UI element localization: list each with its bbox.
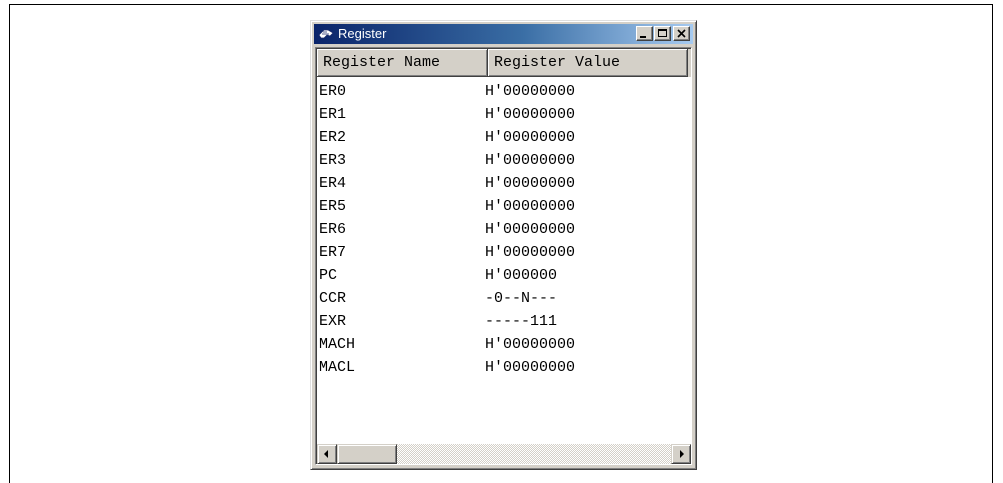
register-name: PC <box>319 267 338 284</box>
register-value[interactable]: H'00000000 <box>485 195 575 218</box>
table-row[interactable]: ER5 H'00000000 <box>317 195 691 218</box>
table-row[interactable]: MACH H'00000000 <box>317 333 691 356</box>
table-row[interactable]: ER0 H'00000000 <box>317 80 691 103</box>
table-row[interactable]: EXR -----111 <box>317 310 691 333</box>
title-bar[interactable]: Register <box>314 24 693 44</box>
maximize-button[interactable] <box>654 26 671 41</box>
register-app-icon <box>318 27 334 41</box>
register-value[interactable]: H'00000000 <box>485 80 575 103</box>
register-name: EXR <box>319 313 347 330</box>
register-name: MACL <box>319 359 356 376</box>
register-value[interactable]: H'00000000 <box>485 103 575 126</box>
register-name: CCR <box>319 290 347 307</box>
register-name: ER2 <box>319 129 347 146</box>
table-row[interactable]: ER3 H'00000000 <box>317 149 691 172</box>
register-value[interactable]: H'00000000 <box>485 241 575 264</box>
horizontal-scrollbar[interactable] <box>317 444 691 464</box>
register-name: ER3 <box>319 152 347 169</box>
table-row[interactable]: ER1 H'00000000 <box>317 103 691 126</box>
table-row[interactable]: ER2 H'00000000 <box>317 126 691 149</box>
register-value[interactable]: H'00000000 <box>485 149 575 172</box>
table-row[interactable]: ER6 H'00000000 <box>317 218 691 241</box>
scroll-right-button[interactable] <box>671 444 691 464</box>
scroll-left-button[interactable] <box>317 444 337 464</box>
column-header-register-name[interactable]: Register Name <box>317 49 488 77</box>
minimize-button[interactable] <box>636 26 653 41</box>
window-title: Register <box>338 26 387 41</box>
list-header: Register Name Register Value <box>317 49 691 77</box>
register-list-view: Register Name Register Value ER0 H'00000… <box>315 47 692 465</box>
register-rows: ER0 H'00000000 ER1 H'00000000 ER2 H'0000… <box>317 80 691 379</box>
table-row[interactable]: ER7 H'00000000 <box>317 241 691 264</box>
register-name: ER7 <box>319 244 347 261</box>
table-row[interactable]: ER4 H'00000000 <box>317 172 691 195</box>
table-row[interactable]: CCR -0--N--- <box>317 287 691 310</box>
table-row[interactable]: MACL H'00000000 <box>317 356 691 379</box>
register-value[interactable]: -0--N--- <box>485 287 557 310</box>
register-name: ER1 <box>319 106 347 123</box>
register-value[interactable]: H'00000000 <box>485 218 575 241</box>
register-name: ER5 <box>319 198 347 215</box>
table-row[interactable]: PC H'000000 <box>317 264 691 287</box>
register-name: ER6 <box>319 221 347 238</box>
register-window: Register Register Name Register Value ER… <box>310 20 697 470</box>
register-value[interactable]: -----111 <box>485 310 557 333</box>
register-value[interactable]: H'000000 <box>485 264 557 287</box>
register-value[interactable]: H'00000000 <box>485 333 575 356</box>
close-button[interactable] <box>673 26 690 41</box>
register-name: ER4 <box>319 175 347 192</box>
register-value[interactable]: H'00000000 <box>485 172 575 195</box>
scrollbar-thumb[interactable] <box>337 444 397 464</box>
register-value[interactable]: H'00000000 <box>485 126 575 149</box>
column-header-register-value[interactable]: Register Value <box>488 49 688 77</box>
register-name: MACH <box>319 336 356 353</box>
register-name: ER0 <box>319 83 347 100</box>
register-value[interactable]: H'00000000 <box>485 356 575 379</box>
